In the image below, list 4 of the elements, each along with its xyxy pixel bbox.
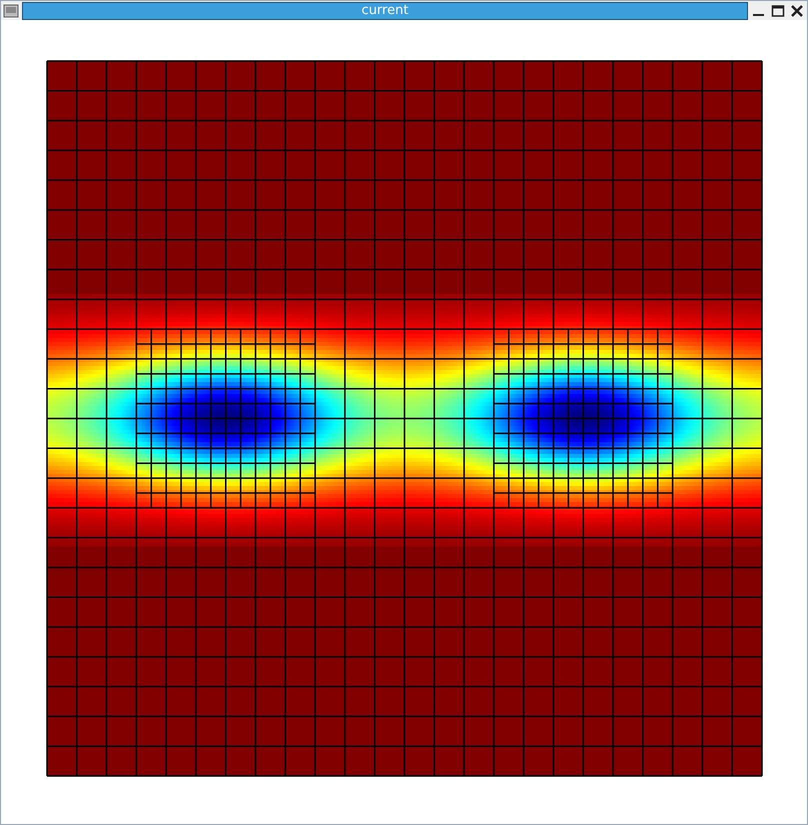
- window-title: current: [22, 2, 748, 20]
- maximize-icon[interactable]: [770, 2, 786, 18]
- window-icon[interactable]: [3, 2, 19, 18]
- close-icon[interactable]: [789, 2, 805, 18]
